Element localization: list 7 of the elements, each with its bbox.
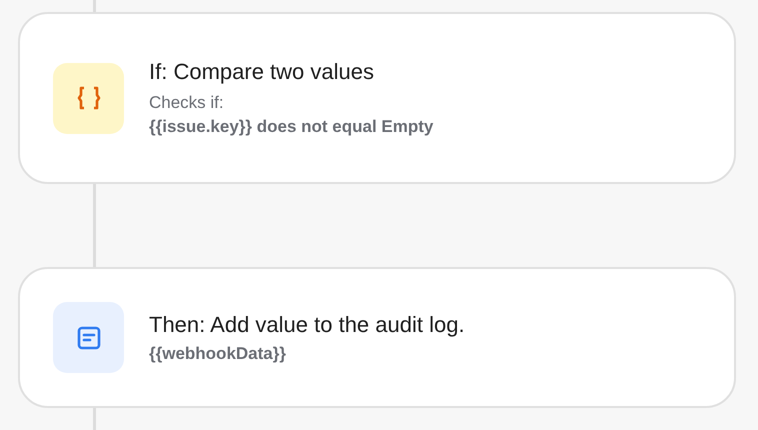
step-card[interactable]: Then: Add value to the audit log. {{webhookData}} [18,267,736,408]
step-detail: {{issue.key}} does not equal Empty [149,116,434,138]
step-detail: {{webhookData}} [149,342,287,364]
step-caption: Checks if: [149,92,225,114]
step-title: Then: Add value to the audit log. [149,310,465,339]
step-title: If: Compare two values [149,58,375,86]
step-card[interactable]: If: Compare two values Checks if: {{issue.key}} does not equal Empty [18,12,736,184]
